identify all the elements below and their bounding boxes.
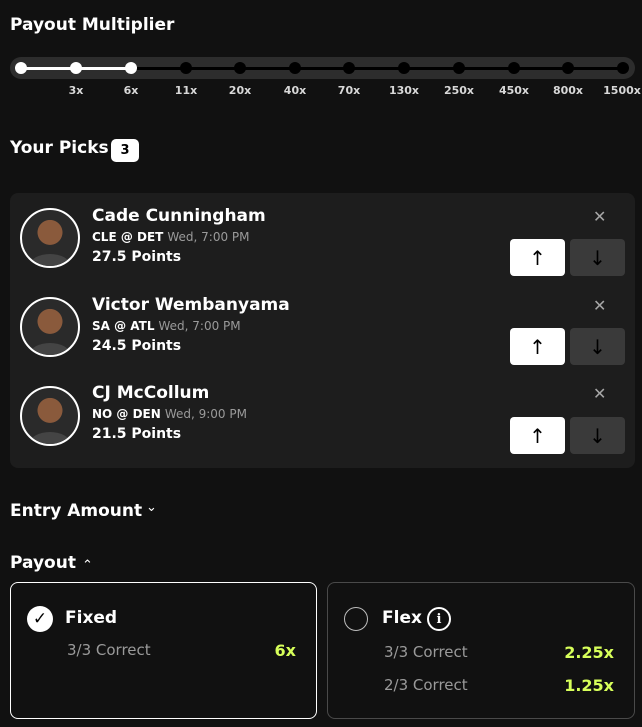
projection-line: 27.5 Points	[92, 249, 182, 265]
entry-amount-toggle[interactable]: Entry Amount	[10, 501, 142, 521]
tick-label: 3x	[68, 84, 84, 97]
game-time: Wed, 7:00 PM	[158, 319, 241, 333]
slider-stop-1[interactable]	[15, 62, 27, 74]
flex-label: Flex	[382, 608, 422, 628]
player-avatar	[20, 386, 80, 446]
matchup-teams: SA @ ATL	[92, 319, 155, 333]
flex-payout-card[interactable]: Flex i 3/3 Correct 2.25x 2/3 Correct 1.2…	[327, 582, 635, 719]
matchup-teams: NO @ DEN	[92, 407, 161, 421]
radio-icon[interactable]	[344, 607, 368, 631]
tick-label: 450x	[498, 84, 530, 97]
tick-label: 11x	[174, 84, 198, 97]
tick-label: 1500x	[603, 84, 641, 97]
game-time: Wed, 9:00 PM	[164, 407, 247, 421]
payout-row-label: 3/3 Correct	[67, 641, 151, 659]
payout-multiplier-title: Payout Multiplier	[10, 15, 175, 35]
slider-stop-11x[interactable]	[180, 62, 192, 74]
more-button[interactable]: ↑	[510, 417, 565, 454]
picks-panel: Cade Cunningham CLE @ DET Wed, 7:00 PM 27…	[10, 193, 635, 468]
pick-item: Victor Wembanyama SA @ ATL Wed, 7:00 PM 2…	[10, 282, 635, 372]
projection-line: 24.5 Points	[92, 338, 182, 354]
less-button[interactable]: ↓	[570, 417, 625, 454]
matchup-teams: CLE @ DET	[92, 230, 164, 244]
remove-pick-icon[interactable]: ✕	[593, 207, 606, 226]
slider-stop-1500x[interactable]	[617, 62, 629, 74]
slider-stop-800x[interactable]	[562, 62, 574, 74]
player-avatar	[20, 297, 80, 357]
projection-line: 21.5 Points	[92, 426, 182, 442]
more-button[interactable]: ↑	[510, 328, 565, 365]
slider-stop-450x[interactable]	[508, 62, 520, 74]
slider-stop-70x[interactable]	[343, 62, 355, 74]
fixed-label: Fixed	[65, 608, 118, 628]
matchup: SA @ ATL Wed, 7:00 PM	[92, 319, 241, 333]
slider-stop-130x[interactable]	[398, 62, 410, 74]
picks-count-badge: 3	[111, 139, 139, 162]
slider-stop-20x[interactable]	[234, 62, 246, 74]
payout-row-label: 3/3 Correct	[384, 643, 468, 661]
payout-toggle[interactable]: Payout	[10, 553, 76, 573]
player-name: CJ McCollum	[92, 383, 210, 403]
tick-label: 250x	[443, 84, 475, 97]
tick-label: 40x	[283, 84, 307, 97]
player-name: Cade Cunningham	[92, 206, 266, 226]
tick-label: 130x	[388, 84, 420, 97]
less-button[interactable]: ↓	[570, 328, 625, 365]
less-button[interactable]: ↓	[570, 239, 625, 276]
matchup: CLE @ DET Wed, 7:00 PM	[92, 230, 250, 244]
chevron-up-icon[interactable]: ⌃	[82, 558, 93, 573]
checkmark-icon[interactable]: ✓	[27, 606, 53, 632]
player-name: Victor Wembanyama	[92, 295, 290, 315]
payout-row-value: 1.25x	[564, 676, 614, 695]
slider-stop-250x[interactable]	[453, 62, 465, 74]
payout-row-value: 6x	[274, 641, 296, 660]
tick-label: 6x	[123, 84, 139, 97]
fixed-payout-card[interactable]: ✓ Fixed 3/3 Correct 6x	[10, 582, 317, 719]
chevron-down-icon[interactable]: ⌄	[146, 500, 157, 515]
info-icon[interactable]: i	[427, 607, 451, 631]
your-picks-title: Your Picks	[10, 138, 109, 158]
payout-row-label: 2/3 Correct	[384, 676, 468, 694]
slider-stop-6x[interactable]	[125, 62, 137, 74]
player-avatar	[20, 208, 80, 268]
slider-stop-3x[interactable]	[70, 62, 82, 74]
tick-label: 800x	[552, 84, 584, 97]
more-button[interactable]: ↑	[510, 239, 565, 276]
pick-item: Cade Cunningham CLE @ DET Wed, 7:00 PM 27…	[10, 193, 635, 283]
tick-label: 70x	[337, 84, 361, 97]
tick-label: 20x	[228, 84, 252, 97]
matchup: NO @ DEN Wed, 9:00 PM	[92, 407, 247, 421]
game-time: Wed, 7:00 PM	[167, 230, 250, 244]
pick-item: CJ McCollum NO @ DEN Wed, 9:00 PM 21.5 Po…	[10, 371, 635, 461]
remove-pick-icon[interactable]: ✕	[593, 384, 606, 403]
slider-stop-40x[interactable]	[289, 62, 301, 74]
remove-pick-icon[interactable]: ✕	[593, 296, 606, 315]
payout-row-value: 2.25x	[564, 643, 614, 662]
